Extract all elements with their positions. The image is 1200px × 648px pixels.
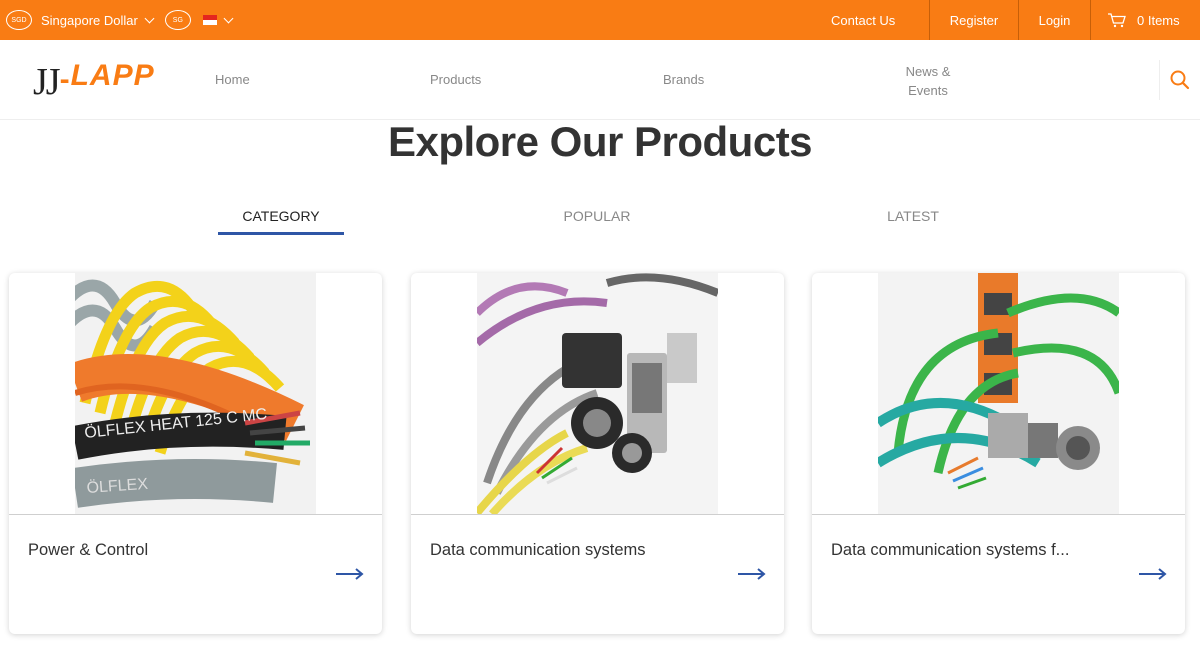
nav-brands[interactable]: Brands xyxy=(663,72,704,87)
arrow-right-icon[interactable] xyxy=(1139,567,1167,581)
search-icon xyxy=(1170,70,1190,90)
product-image-data-communication-2 xyxy=(878,273,1119,514)
locale-selector: SGD Singapore Dollar SG xyxy=(6,0,234,40)
tab-latest[interactable]: LATEST xyxy=(850,208,976,224)
nav-news-events[interactable]: News & Events xyxy=(896,62,960,100)
cart-count: 0 Items xyxy=(1137,12,1180,28)
register-link[interactable]: Register xyxy=(930,0,1018,40)
main-header: JJ - LAPP Home Products Brands News & Ev… xyxy=(0,40,1200,120)
nav-news-line1: News & xyxy=(905,64,951,79)
arrow-right-icon[interactable] xyxy=(738,567,766,581)
card-divider xyxy=(9,514,382,515)
logo-lapp: LAPP xyxy=(70,59,155,92)
cart-button[interactable]: 0 Items xyxy=(1091,0,1200,40)
card-title: Data communication systems f... xyxy=(831,541,1070,559)
chevron-down-icon[interactable] xyxy=(144,13,155,23)
contact-us-link[interactable]: Contact Us xyxy=(831,0,929,40)
country-code-badge[interactable]: SG xyxy=(164,10,191,30)
arrow-right-icon[interactable] xyxy=(336,567,364,581)
nav-products[interactable]: Products xyxy=(430,72,481,87)
tab-category[interactable]: CATEGORY xyxy=(218,208,344,224)
logo-jj: JJ xyxy=(33,61,61,103)
top-bar: SGD Singapore Dollar SG Contact Us Regis… xyxy=(0,0,1200,40)
chevron-down-icon[interactable] xyxy=(223,13,234,23)
product-card-data-communication-2[interactable]: Data communication systems f... xyxy=(812,273,1185,634)
nav-news-line2: Events xyxy=(908,83,948,98)
logo-dash: - xyxy=(59,63,70,96)
card-title: Power & Control xyxy=(28,541,149,559)
card-title: Data communication systems xyxy=(430,541,646,559)
page-title: Explore Our Products xyxy=(387,118,813,165)
login-link[interactable]: Login xyxy=(1019,0,1090,40)
account-links: Contact Us Register Login 0 Items xyxy=(831,0,1200,40)
nav-home[interactable]: Home xyxy=(215,72,250,87)
cart-icon xyxy=(1108,13,1126,28)
tab-popular[interactable]: POPULAR xyxy=(534,208,660,224)
card-divider xyxy=(411,514,784,515)
active-tab-indicator xyxy=(218,232,344,235)
currency-selector[interactable]: Singapore Dollar xyxy=(41,13,138,28)
product-image-data-communication xyxy=(477,273,718,514)
product-card-data-communication[interactable]: Data communication systems xyxy=(411,273,784,634)
singapore-flag-icon[interactable] xyxy=(202,15,217,25)
product-image-power-control: ÖLFLEX HEAT 125 C MC ÖLFLEX xyxy=(75,273,316,514)
currency-code-badge[interactable]: SGD xyxy=(6,10,32,30)
product-card-power-control[interactable]: ÖLFLEX HEAT 125 C MC ÖLFLEX Power & Cont… xyxy=(9,273,382,634)
search-button[interactable] xyxy=(1159,60,1200,100)
card-divider xyxy=(812,514,1185,515)
jj-lapp-logo[interactable]: JJ - LAPP xyxy=(33,56,155,102)
